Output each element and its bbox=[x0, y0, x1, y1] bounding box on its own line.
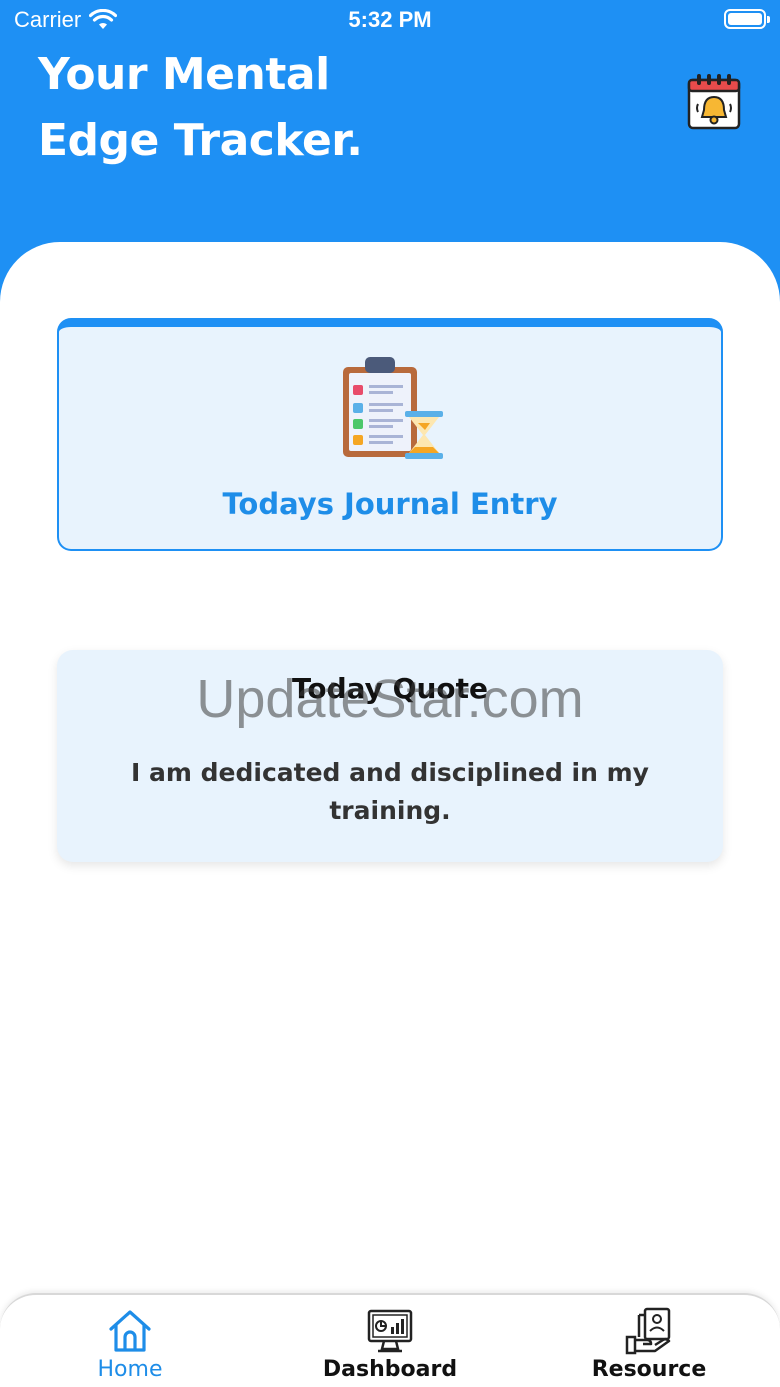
tab-dashboard-label: Dashboard bbox=[322, 1357, 458, 1382]
page-title: Your Mental Edge Tracker. bbox=[38, 42, 598, 174]
reminder-button[interactable] bbox=[686, 72, 742, 132]
clipboard-checklist-hourglass-icon bbox=[343, 357, 443, 459]
calendar-bell-icon bbox=[687, 74, 741, 130]
dashboard-monitor-icon bbox=[367, 1309, 413, 1353]
home-icon bbox=[109, 1310, 151, 1352]
status-bar: Carrier 5:32 PM bbox=[0, 0, 780, 40]
quote-card: Today Quote I am dedicated and disciplin… bbox=[57, 650, 723, 862]
journal-entry-card[interactable]: Todays Journal Entry bbox=[57, 318, 723, 551]
status-time: 5:32 PM bbox=[348, 7, 432, 32]
tab-resource[interactable]: Resource bbox=[549, 1295, 749, 1387]
bottom-tab-bar: Home Dashboard Resource bbox=[0, 1293, 780, 1387]
battery-icon bbox=[724, 9, 770, 29]
tab-home-label: Home bbox=[97, 1357, 163, 1382]
resource-document-hand-icon bbox=[625, 1307, 671, 1355]
quote-title: Today Quote bbox=[291, 672, 489, 705]
page-title-line-2: Edge Tracker. bbox=[38, 115, 363, 166]
journal-entry-label: Todays Journal Entry bbox=[222, 487, 558, 521]
tab-home[interactable]: Home bbox=[30, 1295, 230, 1387]
page-title-line-1: Your Mental bbox=[38, 49, 330, 100]
quote-text: I am dedicated and disciplined in my tra… bbox=[131, 758, 649, 825]
tab-resource-label: Resource bbox=[591, 1357, 707, 1382]
tab-dashboard[interactable]: Dashboard bbox=[290, 1295, 490, 1387]
